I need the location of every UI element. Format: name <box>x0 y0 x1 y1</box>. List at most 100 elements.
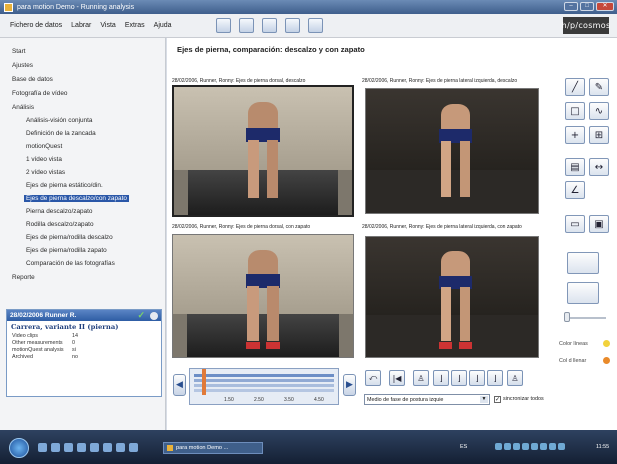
document-icon[interactable] <box>285 18 300 33</box>
fill-color-swatch[interactable] <box>603 357 610 364</box>
menu-file[interactable]: Fichero de datos <box>10 22 62 29</box>
runner-leg <box>459 140 471 197</box>
timeline-next-button[interactable]: ▶ <box>343 374 356 396</box>
video-camera-icon[interactable] <box>567 252 599 274</box>
measure-tool-icon[interactable]: ↔ <box>589 158 609 176</box>
film-strip-icon[interactable] <box>567 282 599 304</box>
tray-icon[interactable] <box>513 443 520 450</box>
runner-leg <box>267 140 279 199</box>
start-button[interactable] <box>9 438 29 458</box>
angle-tool-icon[interactable]: ∠ <box>565 181 585 199</box>
first-frame-icon[interactable]: |◀ <box>389 370 405 386</box>
runner-step-icon[interactable]: ♙ <box>413 370 429 386</box>
quicklaunch-icon[interactable] <box>51 443 60 452</box>
close-button[interactable]: ✕ <box>596 2 614 11</box>
crosshair-tool-icon[interactable]: + <box>565 126 585 144</box>
notes-icon[interactable]: ▭ <box>565 215 585 233</box>
tray-icon[interactable] <box>558 443 565 450</box>
nav-report[interactable]: Reporte <box>12 274 35 281</box>
opacity-slider-track[interactable] <box>566 317 606 319</box>
tray-icon[interactable] <box>504 443 511 450</box>
video-dorsal-barefoot[interactable] <box>172 85 354 217</box>
tray-icon[interactable] <box>549 443 556 450</box>
minimize-button[interactable]: – <box>564 2 578 11</box>
nav-leg-axis-barefoot-shoe[interactable]: Ejes de pierna descalzo/con zapato <box>24 195 129 202</box>
nav-analysis-overview[interactable]: Análisis-visión conjunta <box>26 117 92 124</box>
settings-icon[interactable] <box>150 312 158 320</box>
timeline-tick-label: 2.50 <box>254 397 264 403</box>
nav-start[interactable]: Start <box>12 48 26 55</box>
phase-3-icon[interactable]: ⌋ <box>469 370 485 386</box>
nav-leg-knee-shoe[interactable]: Ejes de pierna/rodilla zapato <box>26 247 107 254</box>
quicklaunch-icon[interactable] <box>38 443 47 452</box>
nav-video-photo[interactable]: Fotografía de vídeo <box>12 90 67 97</box>
quicklaunch-icon[interactable] <box>129 443 138 452</box>
ruler-tool-icon[interactable]: ▤ <box>565 158 585 176</box>
runner-figure <box>435 103 476 201</box>
nav-2-video-views[interactable]: 2 vídeo vistas <box>26 169 65 176</box>
video-caption: 28/02/2006, Runner, Ronny: Ejes de piern… <box>362 78 518 84</box>
nav-photo-comparison[interactable]: Comparación de las fotografías <box>26 260 115 267</box>
nav-database[interactable]: Base de datos <box>12 76 53 83</box>
nav-analysis[interactable]: Análisis <box>12 104 34 111</box>
nav-knee-barefoot-shoe[interactable]: Rodilla descalzo/zapato <box>26 221 94 228</box>
quicklaunch-icon[interactable] <box>64 443 73 452</box>
pen-tool-icon[interactable]: ✎ <box>589 78 609 96</box>
runner-forward-icon[interactable]: ♙ <box>507 370 523 386</box>
sync-all-checkbox[interactable]: ✓ <box>494 396 501 403</box>
timeline-playhead[interactable] <box>202 369 206 395</box>
language-indicator[interactable]: ES <box>460 444 467 450</box>
video-lateral-shoe[interactable] <box>365 236 539 358</box>
export-icon[interactable] <box>239 18 254 33</box>
brand-logo: h/p/cosmos <box>562 17 610 34</box>
grid-tool-icon[interactable]: ⊞ <box>589 126 609 144</box>
phase-1-icon[interactable]: ⌋ <box>433 370 449 386</box>
video-caption: 28/02/2006, Runner, Ronny: Ejes de piern… <box>172 224 311 230</box>
menu-help[interactable]: Ajuda <box>154 22 172 29</box>
nav-1-video-view[interactable]: 1 vídeo vista <box>26 156 62 163</box>
quicklaunch-icon[interactable] <box>103 443 112 452</box>
timeline-tick-label: 1.50 <box>224 397 234 403</box>
timeline-prev-button[interactable]: ◀ <box>173 374 186 396</box>
skip-back-icon[interactable]: ⤺ <box>365 370 381 386</box>
quicklaunch-icon[interactable] <box>90 443 99 452</box>
opacity-slider-handle[interactable] <box>564 312 570 322</box>
line-tool-icon[interactable]: ╱ <box>565 78 585 96</box>
card-row-value: si <box>72 347 76 353</box>
menu-view[interactable]: Vista <box>100 22 115 29</box>
nav-leg-axis-static[interactable]: Ejes de pierna estático/din. <box>26 182 103 189</box>
nav-settings[interactable]: Ajustes <box>12 62 33 69</box>
nav-leg-barefoot-shoe[interactable]: Pierna descalzo/zapato <box>26 208 92 215</box>
tray-icon[interactable] <box>531 443 538 450</box>
chart-icon[interactable] <box>308 18 323 33</box>
export-image-icon[interactable]: ▣ <box>589 215 609 233</box>
quicklaunch-icon[interactable] <box>116 443 125 452</box>
nav-motionquest[interactable]: motionQuest <box>26 143 62 150</box>
video-dorsal-shoe[interactable] <box>172 234 354 358</box>
stance-phase-select[interactable]: Medio de fase de postura izquie ▼ <box>364 394 490 405</box>
tray-icon[interactable] <box>495 443 502 450</box>
line-color-swatch[interactable] <box>603 340 610 347</box>
card-row: Archived no <box>7 354 161 361</box>
card-row: motionQuest analysis si <box>7 347 161 354</box>
print-icon[interactable] <box>216 18 231 33</box>
quicklaunch-icon[interactable] <box>77 443 86 452</box>
curve-tool-icon[interactable]: ∿ <box>589 102 609 120</box>
maximize-button[interactable]: □ <box>580 2 594 11</box>
rectangle-tool-icon[interactable]: □ <box>565 102 585 120</box>
video-caption: 28/02/2006, Runner, Ronny: Ejes de piern… <box>172 78 306 84</box>
app-icon <box>4 2 13 12</box>
tray-icon[interactable] <box>540 443 547 450</box>
video-lateral-barefoot[interactable] <box>365 88 539 214</box>
phase-2-icon[interactable]: ⌋ <box>451 370 467 386</box>
taskbar-app-button[interactable]: para motion Demo ... <box>163 442 263 454</box>
nav-leg-knee-barefoot[interactable]: Ejes de pierna/rodilla descalzo <box>26 234 113 241</box>
timeline[interactable]: 1.50 2.50 3.50 4.50 <box>189 368 339 405</box>
menu-extras[interactable]: Extras <box>125 22 145 29</box>
nav-stride-definition[interactable]: Definición de la zancada <box>26 130 96 137</box>
phase-4-icon[interactable]: ⌋ <box>487 370 503 386</box>
tray-icon[interactable] <box>522 443 529 450</box>
refresh-icon[interactable] <box>262 18 277 33</box>
menu-edit[interactable]: Labrar <box>71 22 91 29</box>
runner-leg <box>247 285 259 341</box>
